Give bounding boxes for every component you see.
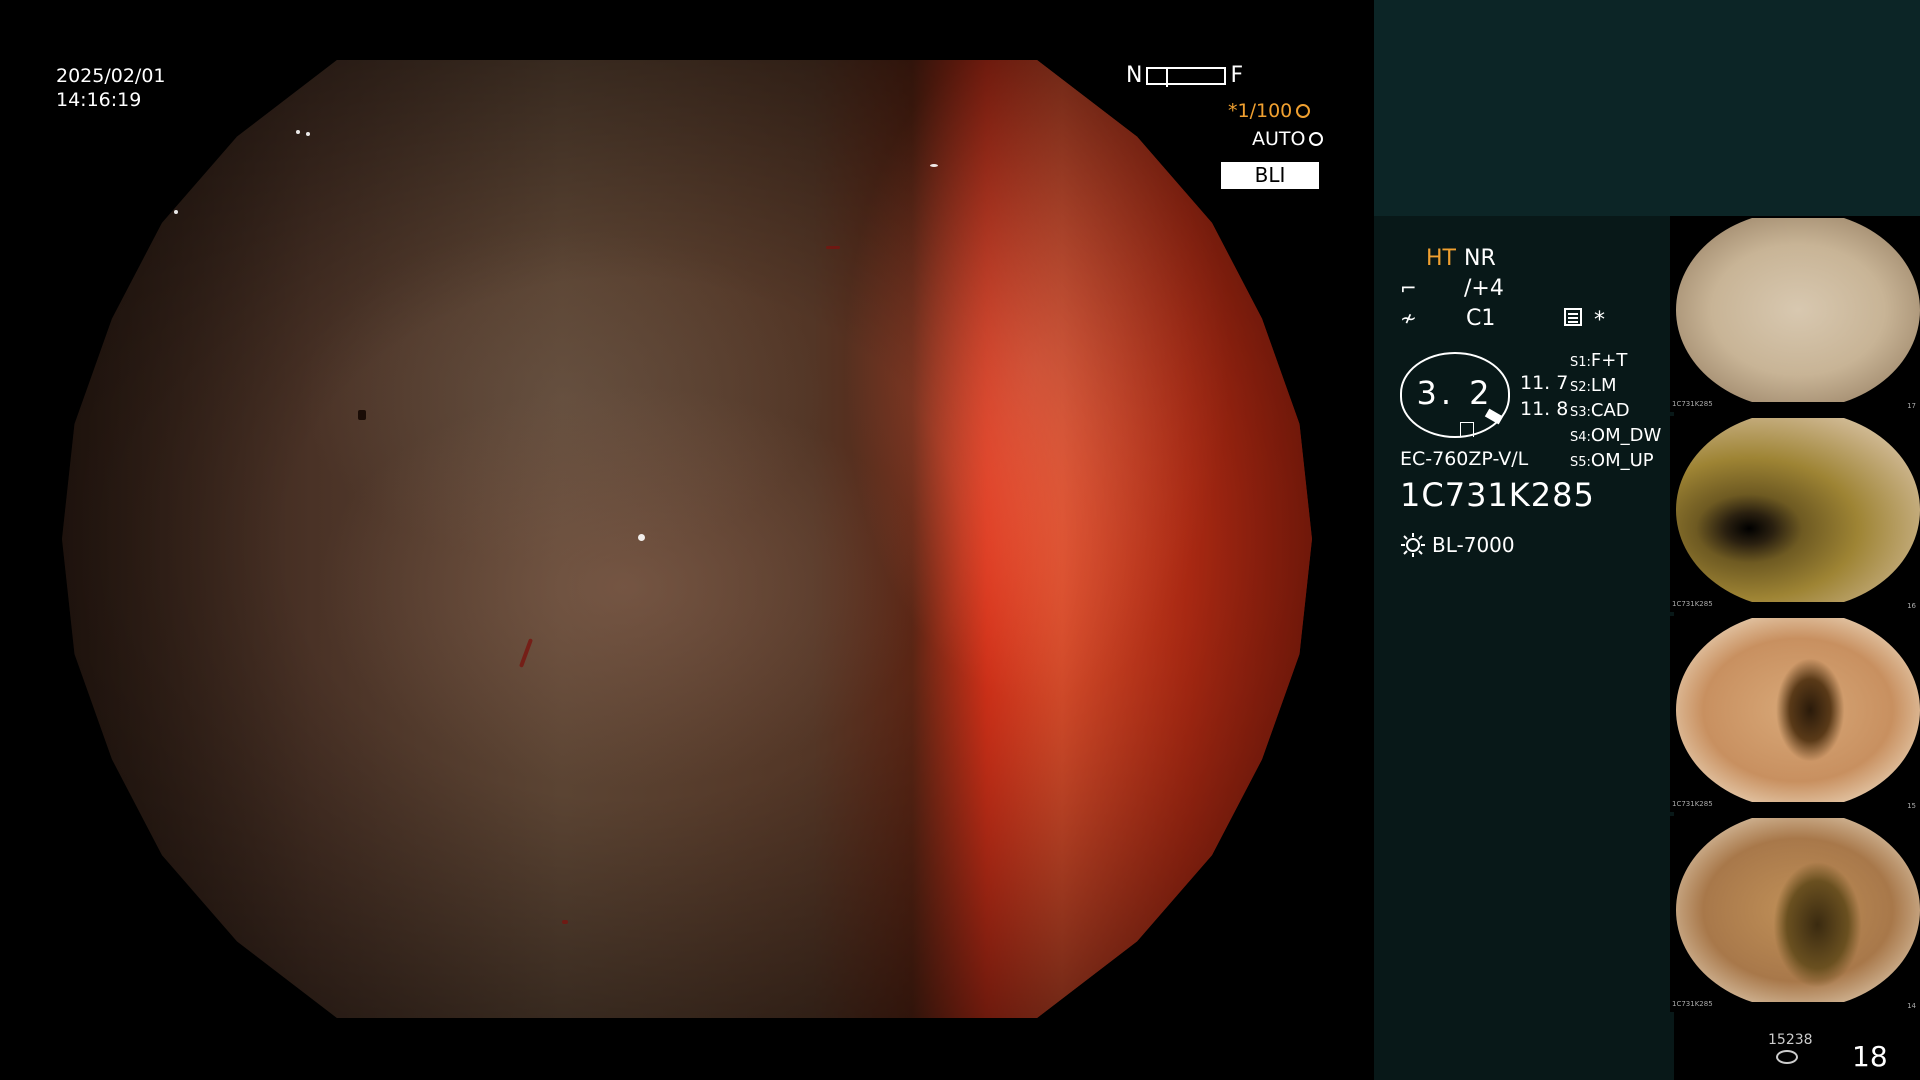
switch-s3: S3:CAD — [1570, 400, 1630, 421]
value-b: 11. 8 — [1520, 398, 1569, 420]
gauge-value: 3. 2 — [1416, 374, 1494, 412]
switch-s2: S2:LM — [1570, 375, 1617, 396]
scope-serial: 1C731K285 — [1400, 476, 1595, 514]
thumbnail-image — [1676, 618, 1920, 802]
far-label: F — [1230, 63, 1244, 88]
disk-icon — [1776, 1050, 1798, 1064]
ht-label: HT — [1426, 246, 1456, 271]
side-panel: HT NR ⌐ /+4 ≁ C1 * 3. 2 11. 7 11. 8 S1:F… — [1372, 0, 1920, 1080]
focus-bar — [1146, 66, 1227, 87]
shutter-icon — [1296, 104, 1311, 118]
light-source-icon — [1401, 533, 1425, 557]
nr-label: NR — [1464, 246, 1496, 271]
zoom-gauge: 3. 2 — [1400, 352, 1510, 438]
enhancement-icon: ⌐ — [1400, 276, 1417, 300]
thumbnail-number: 15 — [1907, 802, 1916, 810]
thumbnail-caption: 1C731K285 — [1672, 600, 1713, 608]
thumbnail-image — [1676, 818, 1920, 1002]
side-panel-header — [1374, 0, 1920, 216]
image-count: 18 — [1852, 1040, 1888, 1073]
thumbnail-number: 16 — [1907, 602, 1916, 610]
thumbnail-number: 14 — [1907, 1002, 1916, 1010]
endoscope-view: 2025/02/01 14:16:19 N F *1/100 AUTO BLI — [0, 0, 1372, 1080]
near-far-indicator: N F — [1126, 63, 1243, 88]
enhancement-value: /+4 — [1464, 276, 1504, 301]
mode-badge: BLI — [1221, 162, 1319, 189]
thumbnail[interactable]: 1C731K285 15 — [1670, 616, 1920, 812]
thumbnail-caption: 1C731K285 — [1672, 800, 1713, 808]
shutter-text: *1/100 — [1228, 100, 1293, 122]
scope-model: EC-760ZP-V/L — [1400, 448, 1529, 470]
value-a: 11. 7 — [1520, 372, 1569, 394]
iris-icon — [1309, 132, 1324, 146]
endoscopic-image — [62, 60, 1312, 1018]
thumbnail-image — [1676, 218, 1920, 402]
switch-s5: S5:OM_UP — [1570, 450, 1654, 471]
iris-text: AUTO — [1252, 128, 1306, 150]
iris-mode: AUTO — [1252, 128, 1324, 150]
thumbnail-caption: 1C731K285 — [1672, 1000, 1713, 1008]
thumbnail[interactable]: 1C731K285 16 — [1670, 416, 1920, 612]
star-indicator: * — [1594, 308, 1605, 333]
switch-s4: S4:OM_DW — [1570, 425, 1662, 446]
info-panel: HT NR ⌐ /+4 ≁ C1 * 3. 2 11. 7 11. 8 S1:F… — [1374, 216, 1674, 1080]
color-mode-value: C1 — [1466, 306, 1496, 331]
light-source-label: BL-7000 — [1432, 533, 1515, 557]
datetime-display: 2025/02/01 14:16:19 — [56, 64, 166, 112]
menu-icon — [1564, 308, 1582, 326]
color-icon: ≁ — [1400, 306, 1417, 330]
time-text: 14:16:19 — [56, 89, 142, 111]
near-label: N — [1126, 63, 1143, 88]
thumbnail-strip: 1C731K285 17 1C731K285 16 1C731K285 15 1… — [1670, 216, 1920, 1016]
date-text: 2025/02/01 — [56, 65, 166, 87]
image-count-small: 15238 — [1768, 1032, 1813, 1048]
thumbnail[interactable]: 1C731K285 14 — [1670, 816, 1920, 1012]
thumbnail[interactable]: 1C731K285 17 — [1670, 216, 1920, 412]
thumbnail-number: 17 — [1907, 402, 1916, 410]
switch-s1: S1:F+T — [1570, 350, 1628, 371]
thumbnail-image — [1676, 418, 1920, 602]
gauge-tick — [1460, 422, 1474, 437]
shutter-speed: *1/100 — [1228, 100, 1311, 122]
thumbnail-caption: 1C731K285 — [1672, 400, 1713, 408]
